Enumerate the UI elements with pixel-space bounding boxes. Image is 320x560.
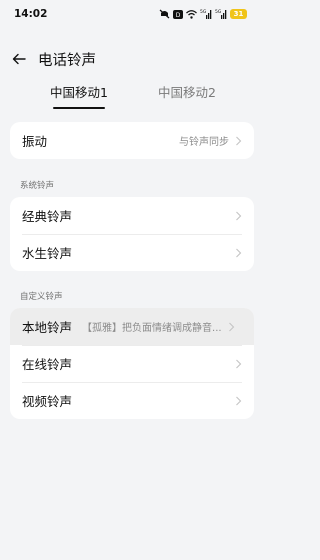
page-header: 电话铃声 (0, 46, 258, 72)
ringtone-label: 水生铃声 (22, 246, 73, 261)
section-label-custom: 自定义铃声 (20, 292, 63, 302)
signal-icon: 5G (215, 9, 227, 19)
chevron-right-icon (236, 211, 242, 220)
vibration-label: 振动 (22, 134, 48, 149)
page-title: 电话铃声 (38, 52, 96, 69)
hd-icon: D (173, 9, 183, 19)
list-item-video[interactable]: 视频铃声 (10, 382, 254, 419)
svg-text:5G: 5G (215, 9, 222, 15)
list-item-classic[interactable]: 经典铃声 (10, 197, 254, 234)
list-item-water[interactable]: 水生铃声 (10, 234, 254, 271)
chevron-right-icon (236, 136, 242, 145)
chevron-right-icon (236, 396, 242, 405)
vibration-row[interactable]: 振动 与铃声同步 (10, 122, 254, 159)
ringtone-label: 在线铃声 (22, 357, 73, 372)
tab-label: 中国移动2 (158, 85, 216, 100)
vibration-value: 与铃声同步 (179, 137, 229, 148)
ringtone-label: 视频铃声 (22, 394, 73, 409)
custom-ringtones-card: 本地铃声 【孤雅】把负面情绪调成静音... 在线铃声 视频铃声 (10, 308, 254, 419)
tab-underline (53, 107, 105, 109)
svg-text:5G: 5G (200, 9, 207, 15)
tab-sim-1[interactable]: 中国移动1 (42, 82, 116, 110)
status-icons: D 5G 5G 31 (159, 9, 247, 19)
mute-icon (159, 9, 170, 19)
signal-icon: 5G (200, 9, 212, 19)
system-ringtones-card: 经典铃声 水生铃声 (10, 197, 254, 271)
back-button[interactable] (8, 48, 30, 70)
ringtone-label: 经典铃声 (22, 209, 73, 224)
chevron-right-icon (228, 322, 234, 331)
battery-indicator: 31 (230, 9, 247, 19)
tab-label: 中国移动1 (50, 85, 108, 100)
chevron-right-icon (236, 248, 242, 257)
ringtone-label: 本地铃声 (22, 320, 73, 335)
vibration-card: 振动 与铃声同步 (10, 122, 254, 159)
chevron-right-icon (236, 359, 242, 368)
wifi-icon (186, 9, 197, 19)
status-time: 14:02 (14, 8, 48, 20)
list-item-online[interactable]: 在线铃声 (10, 345, 254, 382)
svg-text:D: D (176, 12, 181, 19)
arrow-left-icon (12, 53, 26, 65)
section-label-system: 系统铃声 (20, 181, 55, 191)
sim-tabs: 中国移动1 中国移动2 (0, 82, 258, 110)
local-ringtone-value: 【孤雅】把负面情绪调成静音... (82, 323, 222, 334)
status-bar: 14:02 D 5G 5G 31 (0, 0, 258, 28)
list-item-local[interactable]: 本地铃声 【孤雅】把负面情绪调成静音... (10, 308, 254, 345)
tab-sim-2[interactable]: 中国移动2 (150, 82, 224, 110)
